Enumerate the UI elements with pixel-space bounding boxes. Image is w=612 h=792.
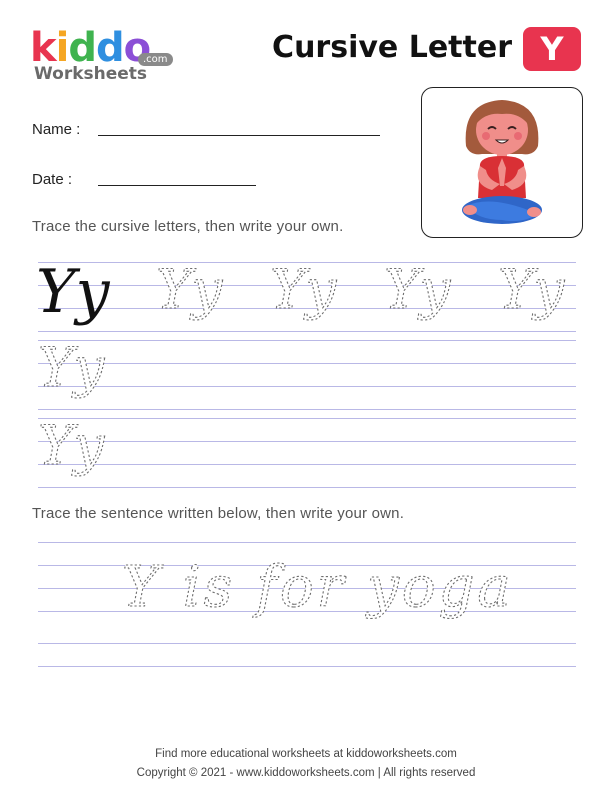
logo-subtitle: Worksheets — [34, 64, 148, 84]
trace-letters[interactable]: Yy — [383, 257, 452, 321]
trace-letters[interactable]: Yy — [155, 257, 224, 321]
guide-line — [38, 643, 576, 644]
date-field[interactable] — [98, 185, 256, 186]
girl-meditating-yoga-icon — [462, 100, 542, 224]
page-title: Cursive Letter — [272, 30, 512, 65]
trace-letters[interactable]: Yy — [497, 257, 566, 321]
instruction-sentence: Trace the sentence written below, then w… — [32, 505, 405, 522]
instruction-letters: Trace the cursive letters, then write yo… — [32, 218, 344, 235]
date-label: Date : — [32, 171, 73, 188]
name-field[interactable] — [98, 135, 380, 136]
logo-wordmark: kiddo — [30, 28, 151, 68]
trace-letters[interactable]: Yy — [269, 257, 338, 321]
trace-letters[interactable]: Yy — [37, 413, 106, 477]
footer-copyright: Copyright © 2021 - www.kiddoworksheets.c… — [136, 767, 476, 779]
solid-example-letters: Yy — [36, 257, 111, 327]
guide-line — [38, 666, 576, 667]
name-label: Name : — [32, 121, 81, 138]
letter-tracing-area[interactable]: Yy Yy Yy Yy Yy Yy Yy — [0, 250, 612, 500]
illustration-frame — [421, 87, 583, 238]
letter-badge: Y — [523, 27, 581, 71]
trace-letters[interactable]: Yy — [37, 335, 106, 399]
footer-promo: Find more educational worksheets at kidd… — [155, 748, 457, 760]
trace-sentence[interactable]: Y is for yoga — [121, 554, 514, 620]
sentence-tracing-area[interactable]: Y is for yoga — [0, 530, 612, 630]
kiddo-worksheets-logo: kiddo .com Worksheets — [30, 28, 180, 86]
